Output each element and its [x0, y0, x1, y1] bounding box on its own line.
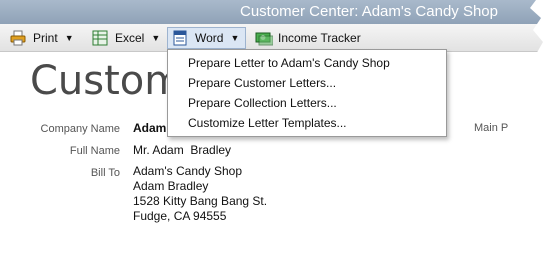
bill-to-line: 1528 Kitty Bang Bang St. [133, 194, 268, 208]
income-tracker-button[interactable]: Income Tracker [255, 28, 361, 48]
income-tracker-icon [255, 30, 274, 46]
menu-item-customize-letter-templates[interactable]: Customize Letter Templates... [188, 116, 347, 130]
toolbar: Print ▼ Excel ▼ Word ▼ Income Tracker [0, 24, 546, 52]
menu-item-prepare-collection-letters[interactable]: Prepare Collection Letters... [188, 96, 337, 110]
printer-icon [10, 30, 26, 46]
window-title: Customer Center: Adam's Candy Shop [240, 3, 498, 20]
menu-item-prepare-letter[interactable]: Prepare Letter to Adam's Candy Shop [188, 56, 390, 70]
bill-to-line: Adam's Candy Shop [133, 164, 243, 178]
screenshot-frame: Customer Center: Adam's Candy Shop Print… [0, 0, 546, 244]
excel-dropdown-arrow-icon: ▼ [151, 33, 161, 43]
word-button[interactable]: Word ▼ [167, 27, 247, 49]
main-phone-label: Main P [474, 122, 509, 134]
print-label: Print [33, 31, 58, 45]
print-button[interactable]: Print ▼ [10, 28, 74, 48]
excel-label: Excel [115, 31, 145, 45]
menu-item-label: Prepare Collection Letters... [188, 96, 337, 110]
menu-item-prepare-customer-letters[interactable]: Prepare Customer Letters... [188, 76, 336, 90]
excel-button[interactable]: Excel ▼ [92, 28, 160, 48]
full-name-value: Mr. Adam Bradley [133, 143, 232, 157]
income-tracker-label: Income Tracker [278, 31, 361, 45]
word-label: Word [195, 31, 224, 45]
bill-to-label: Bill To [90, 167, 120, 179]
word-dropdown-menu: Prepare Letter to Adam's Candy Shop Prep… [167, 49, 447, 137]
excel-icon [92, 30, 108, 46]
menu-item-label: Customize Letter Templates... [188, 116, 347, 130]
window-titlebar: Customer Center: Adam's Candy Shop [0, 0, 546, 24]
full-name-label: Full Name [69, 145, 120, 157]
bill-to-line: Fudge, CA 94555 [133, 209, 227, 223]
menu-item-label: Prepare Letter to Adam's Candy Shop [188, 56, 390, 70]
company-name-label: Company Name [40, 123, 120, 135]
word-dropdown-arrow-icon: ▼ [230, 33, 240, 43]
menu-item-label: Prepare Customer Letters... [188, 76, 337, 90]
company-name-value: Adam [133, 121, 167, 135]
print-dropdown-arrow-icon: ▼ [64, 33, 74, 43]
word-icon [172, 30, 188, 46]
bill-to-line: Adam Bradley [133, 179, 209, 193]
